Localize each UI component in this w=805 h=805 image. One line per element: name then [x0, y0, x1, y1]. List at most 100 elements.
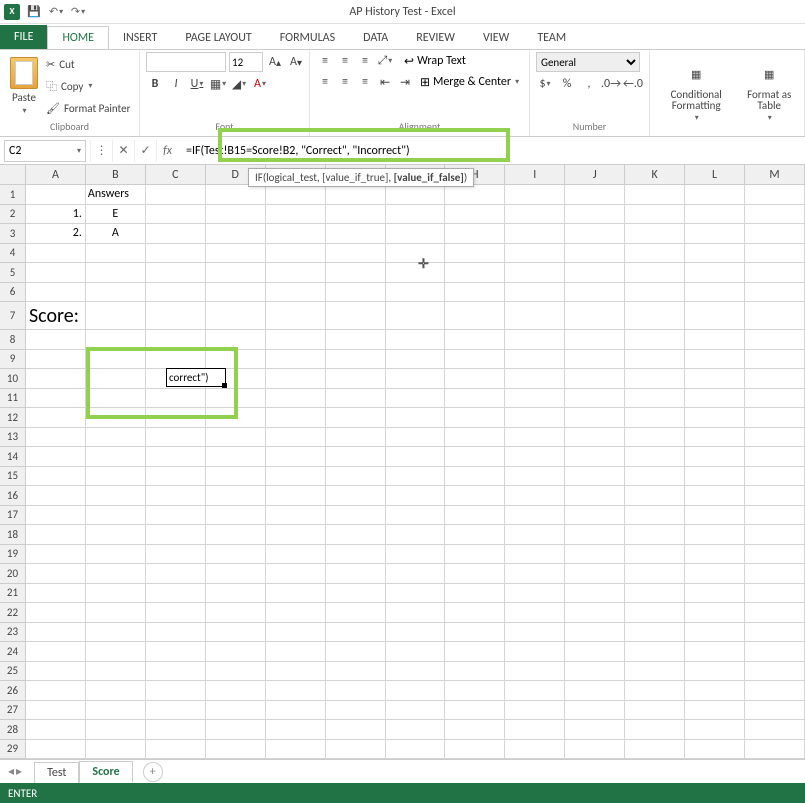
- cell[interactable]: [386, 545, 446, 565]
- cell[interactable]: [745, 486, 805, 506]
- cell[interactable]: [565, 467, 625, 487]
- cell[interactable]: [146, 486, 206, 506]
- cell[interactable]: [685, 486, 745, 506]
- cell[interactable]: [565, 369, 625, 389]
- cell[interactable]: [625, 486, 685, 506]
- cell[interactable]: [206, 263, 266, 283]
- cell[interactable]: [206, 701, 266, 721]
- cell[interactable]: [26, 564, 86, 584]
- cell[interactable]: [685, 662, 745, 682]
- cell[interactable]: [26, 662, 86, 682]
- cell[interactable]: [146, 408, 206, 428]
- cell[interactable]: [505, 623, 565, 643]
- cell[interactable]: [685, 701, 745, 721]
- cell[interactable]: [86, 389, 146, 409]
- cell[interactable]: [745, 642, 805, 662]
- copy-button[interactable]: ⿻Copy▾: [46, 76, 130, 96]
- cut-button[interactable]: ✂Cut: [46, 54, 130, 74]
- cell[interactable]: [386, 263, 446, 283]
- cell[interactable]: [206, 244, 266, 264]
- cell[interactable]: [206, 428, 266, 448]
- cell[interactable]: [685, 506, 745, 526]
- cell[interactable]: [565, 662, 625, 682]
- cell[interactable]: [445, 525, 505, 545]
- cell[interactable]: [86, 681, 146, 701]
- cell[interactable]: [86, 283, 146, 303]
- cell[interactable]: [266, 330, 326, 350]
- cell[interactable]: [386, 408, 446, 428]
- name-box[interactable]: C2▾: [4, 140, 86, 162]
- decrease-font-icon[interactable]: A▾: [287, 53, 305, 71]
- conditional-formatting-button[interactable]: ▦Conditional Formatting▾: [656, 61, 736, 125]
- cell[interactable]: Answers: [86, 185, 146, 205]
- cell[interactable]: [745, 545, 805, 565]
- cell[interactable]: [625, 701, 685, 721]
- cell[interactable]: [685, 623, 745, 643]
- worksheet-grid[interactable]: A B C D E F G H I J K L M 1Answers21.E32…: [0, 165, 805, 759]
- cell[interactable]: [505, 603, 565, 623]
- cell[interactable]: [86, 486, 146, 506]
- cell[interactable]: [625, 389, 685, 409]
- tab-data[interactable]: DATA: [349, 27, 402, 49]
- cell[interactable]: [505, 283, 565, 303]
- cell[interactable]: [206, 302, 266, 330]
- cell[interactable]: [625, 428, 685, 448]
- cell[interactable]: [565, 486, 625, 506]
- cell[interactable]: [266, 662, 326, 682]
- cell[interactable]: [386, 486, 446, 506]
- cell[interactable]: [26, 506, 86, 526]
- cell[interactable]: [146, 350, 206, 370]
- font-color-button[interactable]: A▾: [251, 75, 269, 93]
- cell[interactable]: [206, 525, 266, 545]
- cell[interactable]: [26, 467, 86, 487]
- cell[interactable]: [565, 623, 625, 643]
- fill-color-button[interactable]: ◢▾: [230, 75, 248, 93]
- tab-home[interactable]: HOME: [47, 26, 109, 49]
- font-size-select[interactable]: [229, 52, 263, 72]
- cell[interactable]: [685, 525, 745, 545]
- cell[interactable]: [206, 662, 266, 682]
- align-left-icon[interactable]: ≡: [316, 73, 334, 91]
- cell[interactable]: [146, 681, 206, 701]
- cell[interactable]: [386, 369, 446, 389]
- cell[interactable]: [445, 408, 505, 428]
- cell[interactable]: [505, 428, 565, 448]
- cell[interactable]: [445, 283, 505, 303]
- row-header[interactable]: 16: [0, 486, 26, 506]
- cancel-icon[interactable]: ✕: [112, 140, 134, 162]
- cell[interactable]: [386, 662, 446, 682]
- row-header[interactable]: 26: [0, 681, 26, 701]
- cell[interactable]: [625, 350, 685, 370]
- paste-button[interactable]: Paste ▾: [6, 55, 42, 118]
- cell[interactable]: [206, 389, 266, 409]
- cell[interactable]: [266, 506, 326, 526]
- cell[interactable]: [745, 302, 805, 330]
- cell[interactable]: [206, 205, 266, 225]
- cell[interactable]: [505, 350, 565, 370]
- col-header[interactable]: I: [505, 165, 565, 184]
- cell[interactable]: [445, 564, 505, 584]
- cell[interactable]: [445, 603, 505, 623]
- cell[interactable]: [326, 740, 386, 760]
- cell[interactable]: [206, 740, 266, 760]
- cell[interactable]: [266, 740, 326, 760]
- cell[interactable]: [26, 545, 86, 565]
- cell[interactable]: [685, 205, 745, 225]
- row-header[interactable]: 13: [0, 428, 26, 448]
- cell[interactable]: [565, 447, 625, 467]
- cell[interactable]: [266, 283, 326, 303]
- cell[interactable]: [685, 467, 745, 487]
- cell[interactable]: [565, 428, 625, 448]
- cell[interactable]: [745, 428, 805, 448]
- cell[interactable]: [386, 467, 446, 487]
- cell[interactable]: 1.: [26, 205, 86, 225]
- fx-icon[interactable]: fx: [156, 140, 178, 162]
- cell[interactable]: [146, 720, 206, 740]
- cell[interactable]: [625, 525, 685, 545]
- cell[interactable]: [86, 603, 146, 623]
- col-header[interactable]: B: [86, 165, 146, 184]
- cell[interactable]: [266, 564, 326, 584]
- cell[interactable]: [26, 428, 86, 448]
- cell[interactable]: [86, 506, 146, 526]
- cell[interactable]: [505, 525, 565, 545]
